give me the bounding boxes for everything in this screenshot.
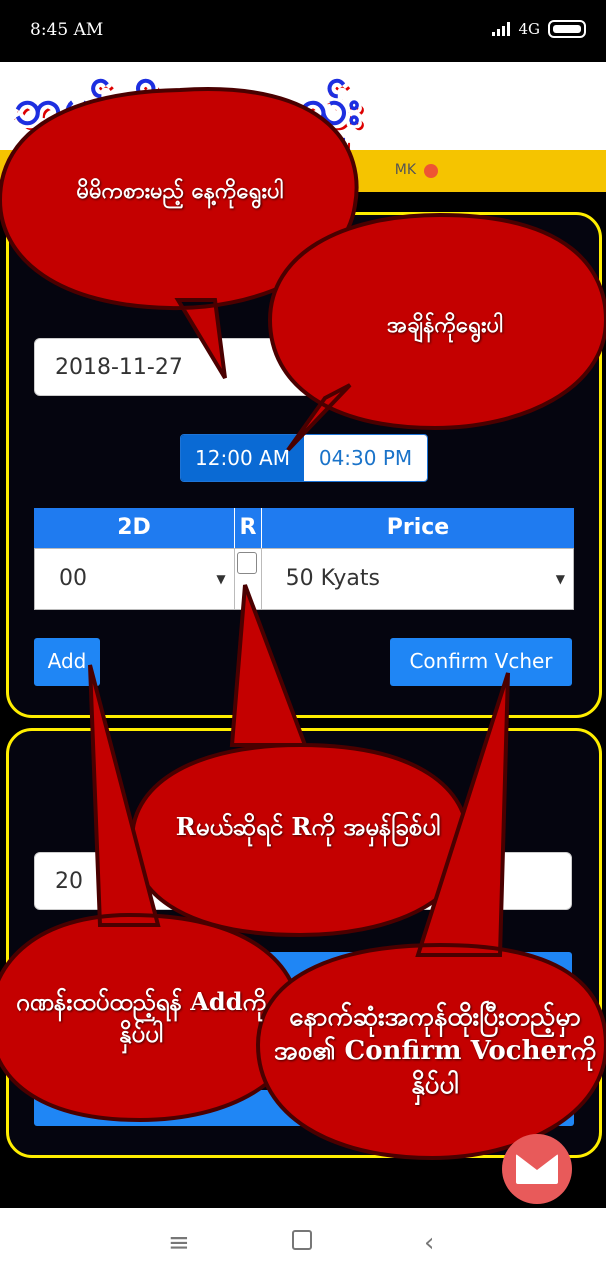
time-toggle: 12:00 AM 04:30 PM [180,434,428,482]
table-row: 00 ▼ 50 Kyats ▼ [34,548,574,610]
second-date-input[interactable]: 20 [34,852,572,910]
date-input[interactable]: 2018-11-27 [34,338,334,396]
menu-icon[interactable]: ≡ [168,1228,190,1258]
price-select-value: 50 Kyats [285,566,380,591]
bet-table: 2D R Price 00 ▼ 50 Kyats ▼ [34,508,574,610]
tooltip-select-time: အချိန်ကိုရွေးပါ [387,312,503,338]
column-header-r: R [235,508,262,548]
column-header-price: Price [386,515,450,540]
guide-banner-title: ဘယ်လိုကစားနည်း [14,78,362,136]
system-nav-bar: ≡ ‹ [0,1208,606,1280]
tooltip-confirm-hint: နောက်ဆုံးအကုန်ထိုးပြီးတည့်မှာအစ၏ Confirm… [273,1002,597,1100]
tooltip-add-hint: ဂဏန်းထပ်ထည့်ရန် Addကိုနှိပ်ပါ [16,987,266,1048]
bet-table-header: 2D R Price [34,508,574,548]
network-type: 4G [518,20,540,38]
time-option-pm[interactable]: 04:30 PM [304,435,427,481]
back-icon[interactable]: ‹ [424,1228,434,1258]
home-icon[interactable] [292,1230,312,1250]
column-header-2d: 2D [34,508,235,548]
dropdown-caret-icon: ▼ [555,572,565,586]
confirm-voucher-button[interactable]: Confirm Vcher [390,638,572,686]
status-time: 8:45 AM [30,20,104,40]
number-select-value: 00 [59,566,87,591]
mail-icon [516,1154,558,1184]
status-bar: 8:45 AM 4G [0,0,606,62]
tooltip-select-date: မိမိကစားမည့် နေ့ကိုရွေးပါ [76,178,284,204]
nav-strip-text: MK [394,162,416,178]
dropdown-caret-icon: ▼ [216,572,226,586]
signal-icon [492,22,511,36]
r-checkbox-cell [235,549,262,609]
flag-icon [424,164,438,178]
add-button[interactable]: Add [34,638,100,686]
price-select[interactable]: 50 Kyats ▼ [262,549,573,609]
time-option-am[interactable]: 12:00 AM [181,435,304,481]
r-checkbox[interactable] [236,552,257,574]
mail-button[interactable] [502,1134,572,1204]
status-indicators: 4G [492,20,586,38]
tooltip-r-hint: Rမယ်ဆိုရင် Rကို အမှန်ခြစ်ပါ [175,812,441,841]
number-select[interactable]: 00 ▼ [35,549,235,609]
battery-icon [548,20,586,38]
